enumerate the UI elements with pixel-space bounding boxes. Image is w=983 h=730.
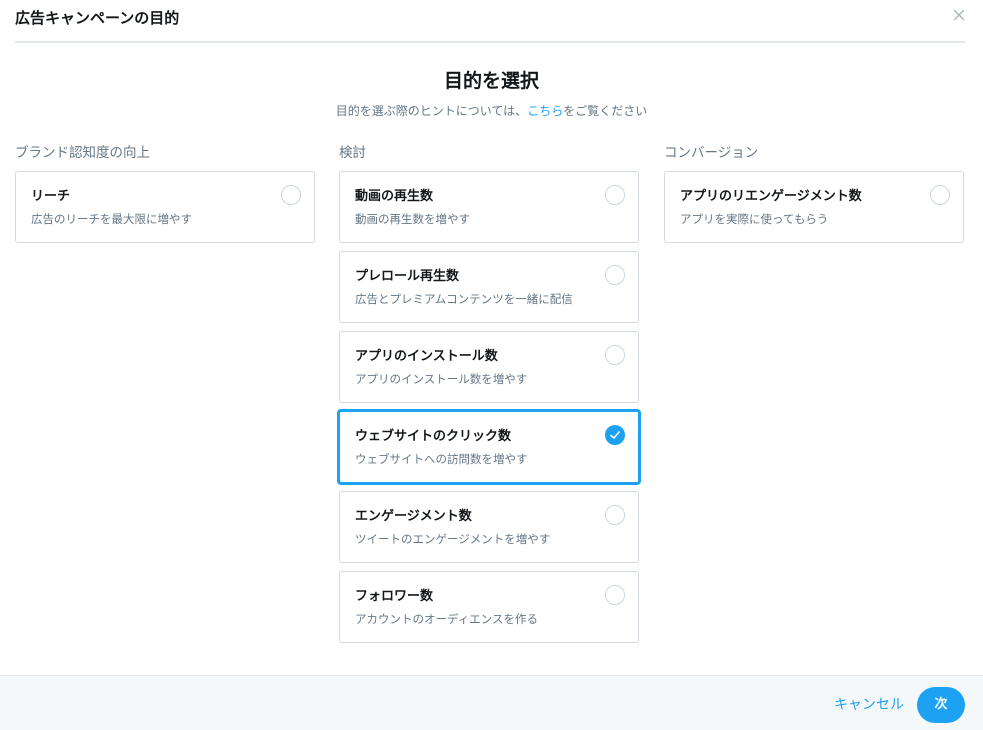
objective-radio[interactable] xyxy=(605,345,625,365)
objective-description: 広告とプレミアムコンテンツを一緒に配信 xyxy=(355,292,573,306)
objective-card-preroll-views[interactable]: プレロール再生数 広告とプレミアムコンテンツを一緒に配信 xyxy=(339,251,639,323)
column-conversion: コンバージョン アプリのリエンゲージメント数 アプリを実際に使ってもらう xyxy=(664,143,964,251)
objective-radio[interactable] xyxy=(605,585,625,605)
objective-title: アプリのリエンゲージメント数 xyxy=(680,189,862,204)
objective-title: アプリのインストール数 xyxy=(355,349,498,364)
objective-card-reach[interactable]: リーチ 広告のリーチを最大限に増やす xyxy=(15,171,315,243)
close-button[interactable] xyxy=(950,6,968,24)
objective-title: 動画の再生数 xyxy=(355,189,434,204)
objective-radio[interactable] xyxy=(281,185,301,205)
column-heading: 検討 xyxy=(339,145,366,161)
hint-link[interactable]: こちら xyxy=(527,104,563,118)
objective-description: アプリのインストール数を増やす xyxy=(355,372,528,386)
subtitle-suffix: をご覧ください xyxy=(563,104,648,118)
objective-card-app-reengagements[interactable]: アプリのリエンゲージメント数 アプリを実際に使ってもらう xyxy=(664,171,964,243)
objective-card-followers[interactable]: フォロワー数 アカウントのオーディエンスを作る xyxy=(339,571,639,643)
objective-radio[interactable] xyxy=(605,185,625,205)
objective-title: ウェブサイトのクリック数 xyxy=(355,429,512,444)
page-subtitle: 目的を選ぶ際のヒントについては、こちらをご覧ください xyxy=(0,102,983,120)
column-heading: ブランド認知度の向上 xyxy=(15,145,150,161)
close-icon xyxy=(953,9,965,21)
objective-card-video-views[interactable]: 動画の再生数 動画の再生数を増やす xyxy=(339,171,639,243)
column-brand-awareness: ブランド認知度の向上 リーチ 広告のリーチを最大限に増やす xyxy=(15,143,315,251)
objective-description: 動画の再生数を増やす xyxy=(355,212,470,226)
objective-description: アカウントのオーディエンスを作る xyxy=(355,612,538,626)
objective-title: プレロール再生数 xyxy=(355,269,460,284)
dialog-header: 広告キャンペーンの目的 xyxy=(0,0,983,44)
objective-radio[interactable] xyxy=(930,185,950,205)
column-heading: コンバージョン xyxy=(664,145,759,161)
objective-description: ウェブサイトへの訪問数を増やす xyxy=(355,452,528,466)
column-consideration: 検討 動画の再生数 動画の再生数を増やす プレロール再生数 広告とプレミアムコン… xyxy=(337,143,641,651)
objective-card-website-clicks[interactable]: ウェブサイトのクリック数 ウェブサイトへの訪問数を増やす xyxy=(337,409,641,485)
objective-description: 広告のリーチを最大限に増やす xyxy=(31,212,192,226)
dialog-title: 広告キャンペーンの目的 xyxy=(15,9,180,27)
objective-description: アプリを実際に使ってもらう xyxy=(680,212,829,226)
subtitle-prefix: 目的を選ぶ際のヒントについては、 xyxy=(335,104,528,118)
objective-title: リーチ xyxy=(31,189,71,204)
header-divider xyxy=(15,41,965,43)
next-button[interactable]: 次 xyxy=(917,687,965,723)
checkmark-icon xyxy=(610,431,620,439)
cancel-button[interactable]: キャンセル xyxy=(834,695,904,715)
objective-title: フォロワー数 xyxy=(355,589,434,604)
page-title: 目的を選択 xyxy=(443,70,539,92)
objective-card-app-installs[interactable]: アプリのインストール数 アプリのインストール数を増やす xyxy=(339,331,639,403)
objective-description: ツイートのエンゲージメントを増やす xyxy=(355,532,551,546)
objective-radio-checked[interactable] xyxy=(605,425,625,445)
dialog-footer: キャンセル 次 xyxy=(0,675,983,730)
objective-title: エンゲージメント数 xyxy=(355,509,472,524)
objective-radio[interactable] xyxy=(605,265,625,285)
objective-card-engagements[interactable]: エンゲージメント数 ツイートのエンゲージメントを増やす xyxy=(339,491,639,563)
objective-radio[interactable] xyxy=(605,505,625,525)
